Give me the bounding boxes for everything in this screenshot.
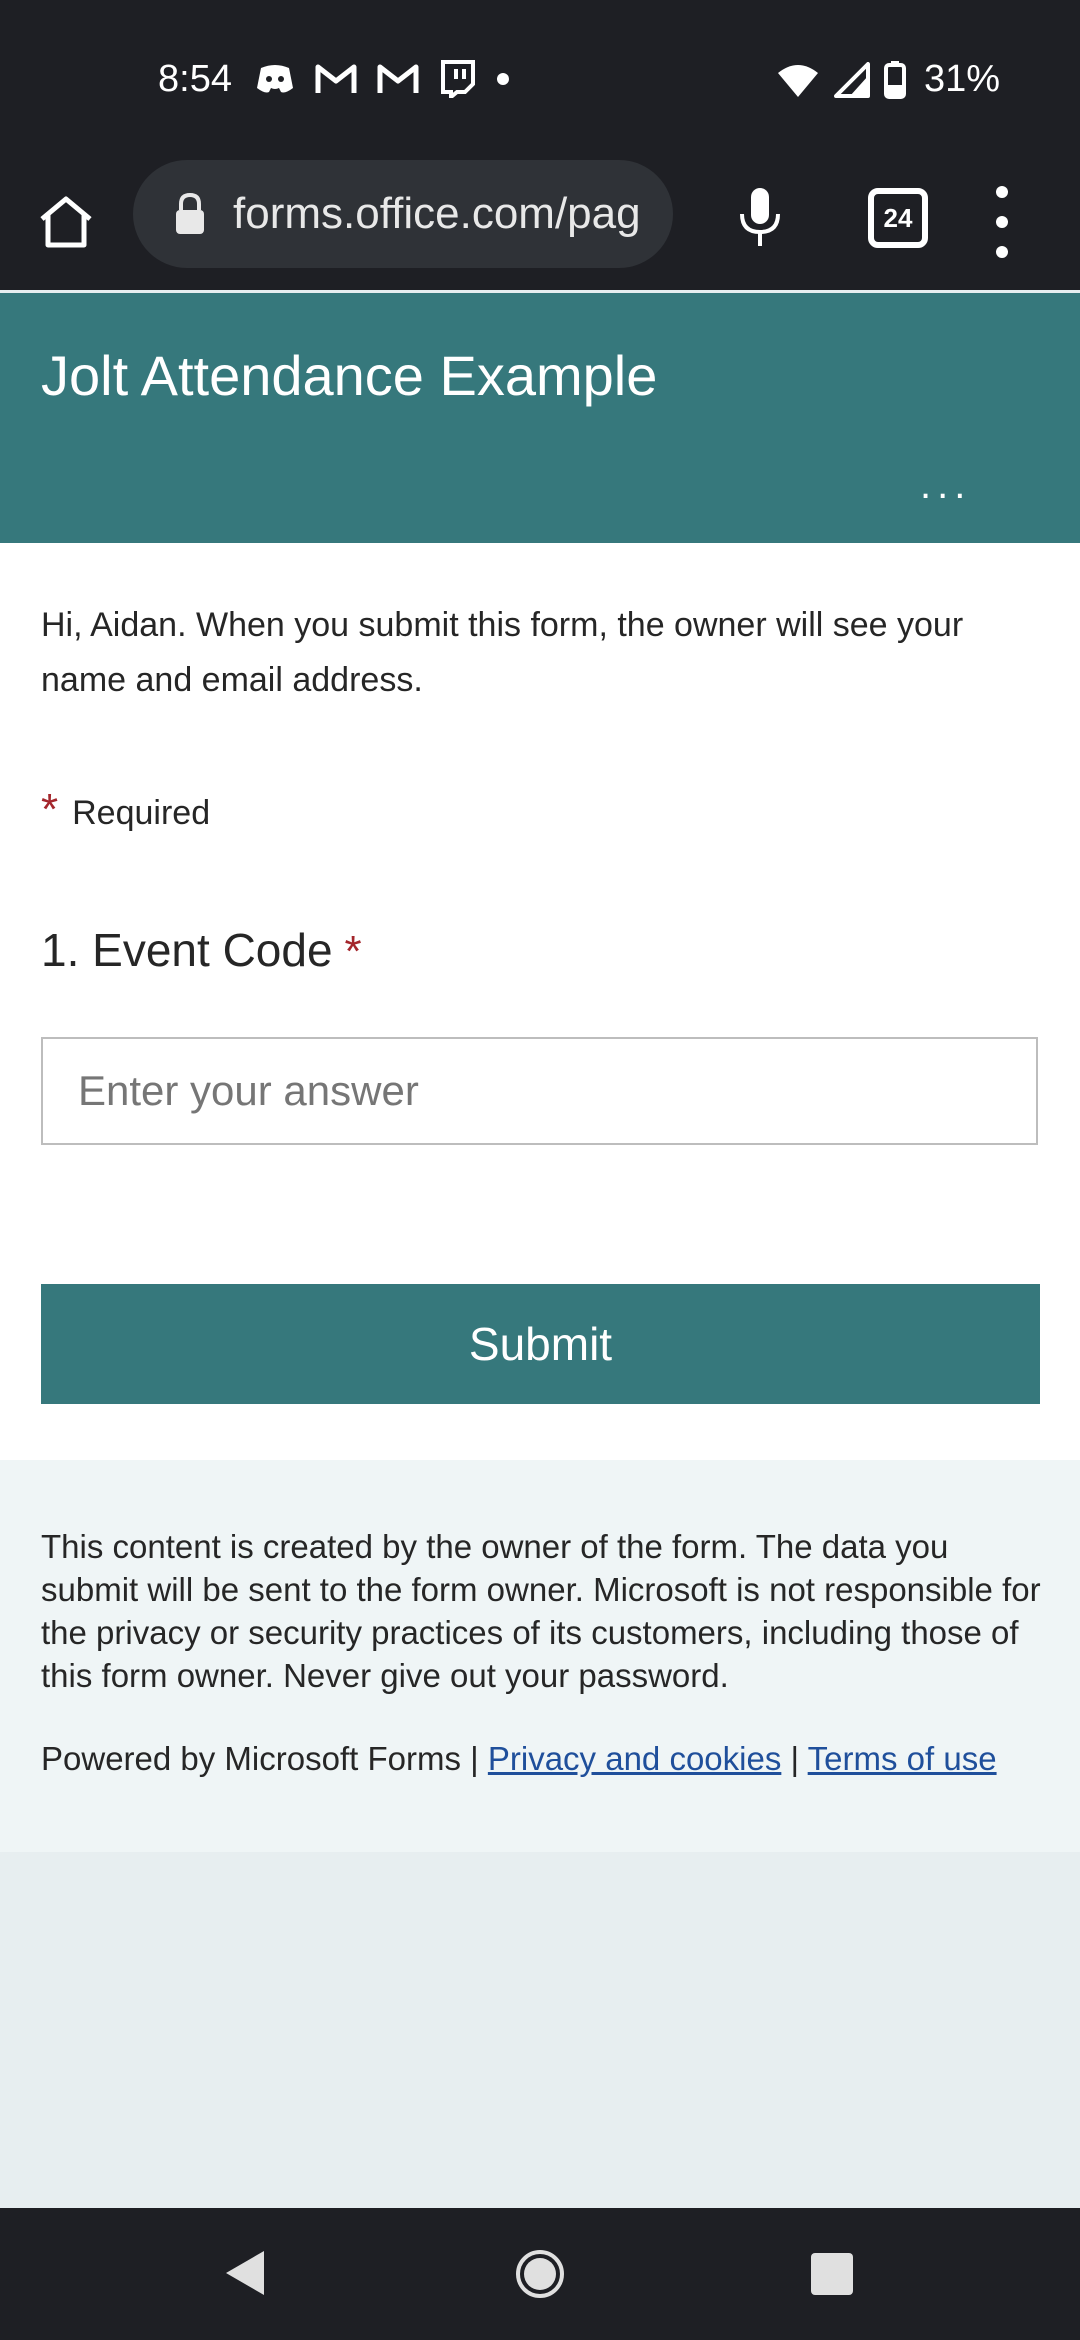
question-number: 1.	[41, 924, 80, 976]
form-footer: This content is created by the owner of …	[0, 1460, 1080, 1852]
recent-apps-button[interactable]	[811, 2253, 853, 2295]
powered-by-text: Powered by Microsoft Forms |	[41, 1740, 479, 1777]
wifi-icon	[777, 64, 818, 97]
browser-menu-button[interactable]	[990, 186, 1014, 258]
required-note: * Required	[41, 785, 210, 835]
url-bar[interactable]: forms.office.com/pag	[133, 160, 673, 268]
url-text: forms.office.com/pag	[233, 189, 641, 238]
link-separator: |	[790, 1740, 800, 1777]
question-label: Event Code	[92, 924, 333, 976]
discord-icon	[257, 65, 293, 93]
disclaimer-text: This content is created by the owner of …	[41, 1528, 1041, 1694]
question-required-star: *	[344, 927, 362, 976]
status-bar: 8:54 31%	[0, 0, 1080, 160]
voice-search-button[interactable]	[730, 182, 790, 254]
required-star: *	[41, 785, 59, 834]
lock-icon	[176, 192, 204, 234]
system-icons: 31%	[776, 58, 1000, 101]
battery-percent: 31%	[923, 58, 1000, 100]
status-time: 8:54	[158, 58, 232, 100]
system-nav-bar	[0, 2208, 1080, 2340]
required-label: Required	[72, 794, 211, 832]
browser-toolbar: forms.office.com/pag 24	[0, 160, 1080, 290]
gmail-icon	[315, 64, 357, 93]
microphone-icon	[740, 188, 780, 246]
home-icon	[40, 196, 92, 248]
home-nav-button-icon[interactable]	[514, 2248, 566, 2300]
signal-icon	[833, 61, 870, 98]
menu-dot	[996, 246, 1008, 258]
privacy-link[interactable]: Privacy and cookies	[488, 1740, 781, 1777]
twitch-icon	[441, 60, 475, 98]
menu-dot	[996, 216, 1008, 228]
dot-icon	[497, 73, 509, 85]
tab-switcher-button[interactable]: 24	[868, 188, 928, 248]
footer-links: Powered by Microsoft Forms | Privacy and…	[41, 1740, 997, 1778]
menu-dot	[996, 186, 1008, 198]
more-options-button[interactable]: ...	[920, 463, 971, 508]
form-title: Jolt Attendance Example	[41, 344, 658, 407]
intro-text: Hi, Aidan. When you submit this form, th…	[41, 606, 964, 699]
back-button-icon[interactable]	[222, 2248, 266, 2298]
battery-icon	[883, 60, 906, 99]
terms-link[interactable]: Terms of use	[808, 1740, 997, 1777]
submit-button[interactable]: Submit	[41, 1284, 1040, 1404]
form-body: Hi, Aidan. When you submit this form, th…	[0, 543, 1080, 1460]
question-title: 1. Event Code *	[41, 923, 362, 977]
notification-icons	[255, 60, 511, 98]
form-header: Jolt Attendance Example ...	[0, 293, 1080, 543]
gmail-icon	[377, 64, 419, 93]
home-button[interactable]	[30, 186, 102, 258]
event-code-input[interactable]	[41, 1037, 1038, 1145]
